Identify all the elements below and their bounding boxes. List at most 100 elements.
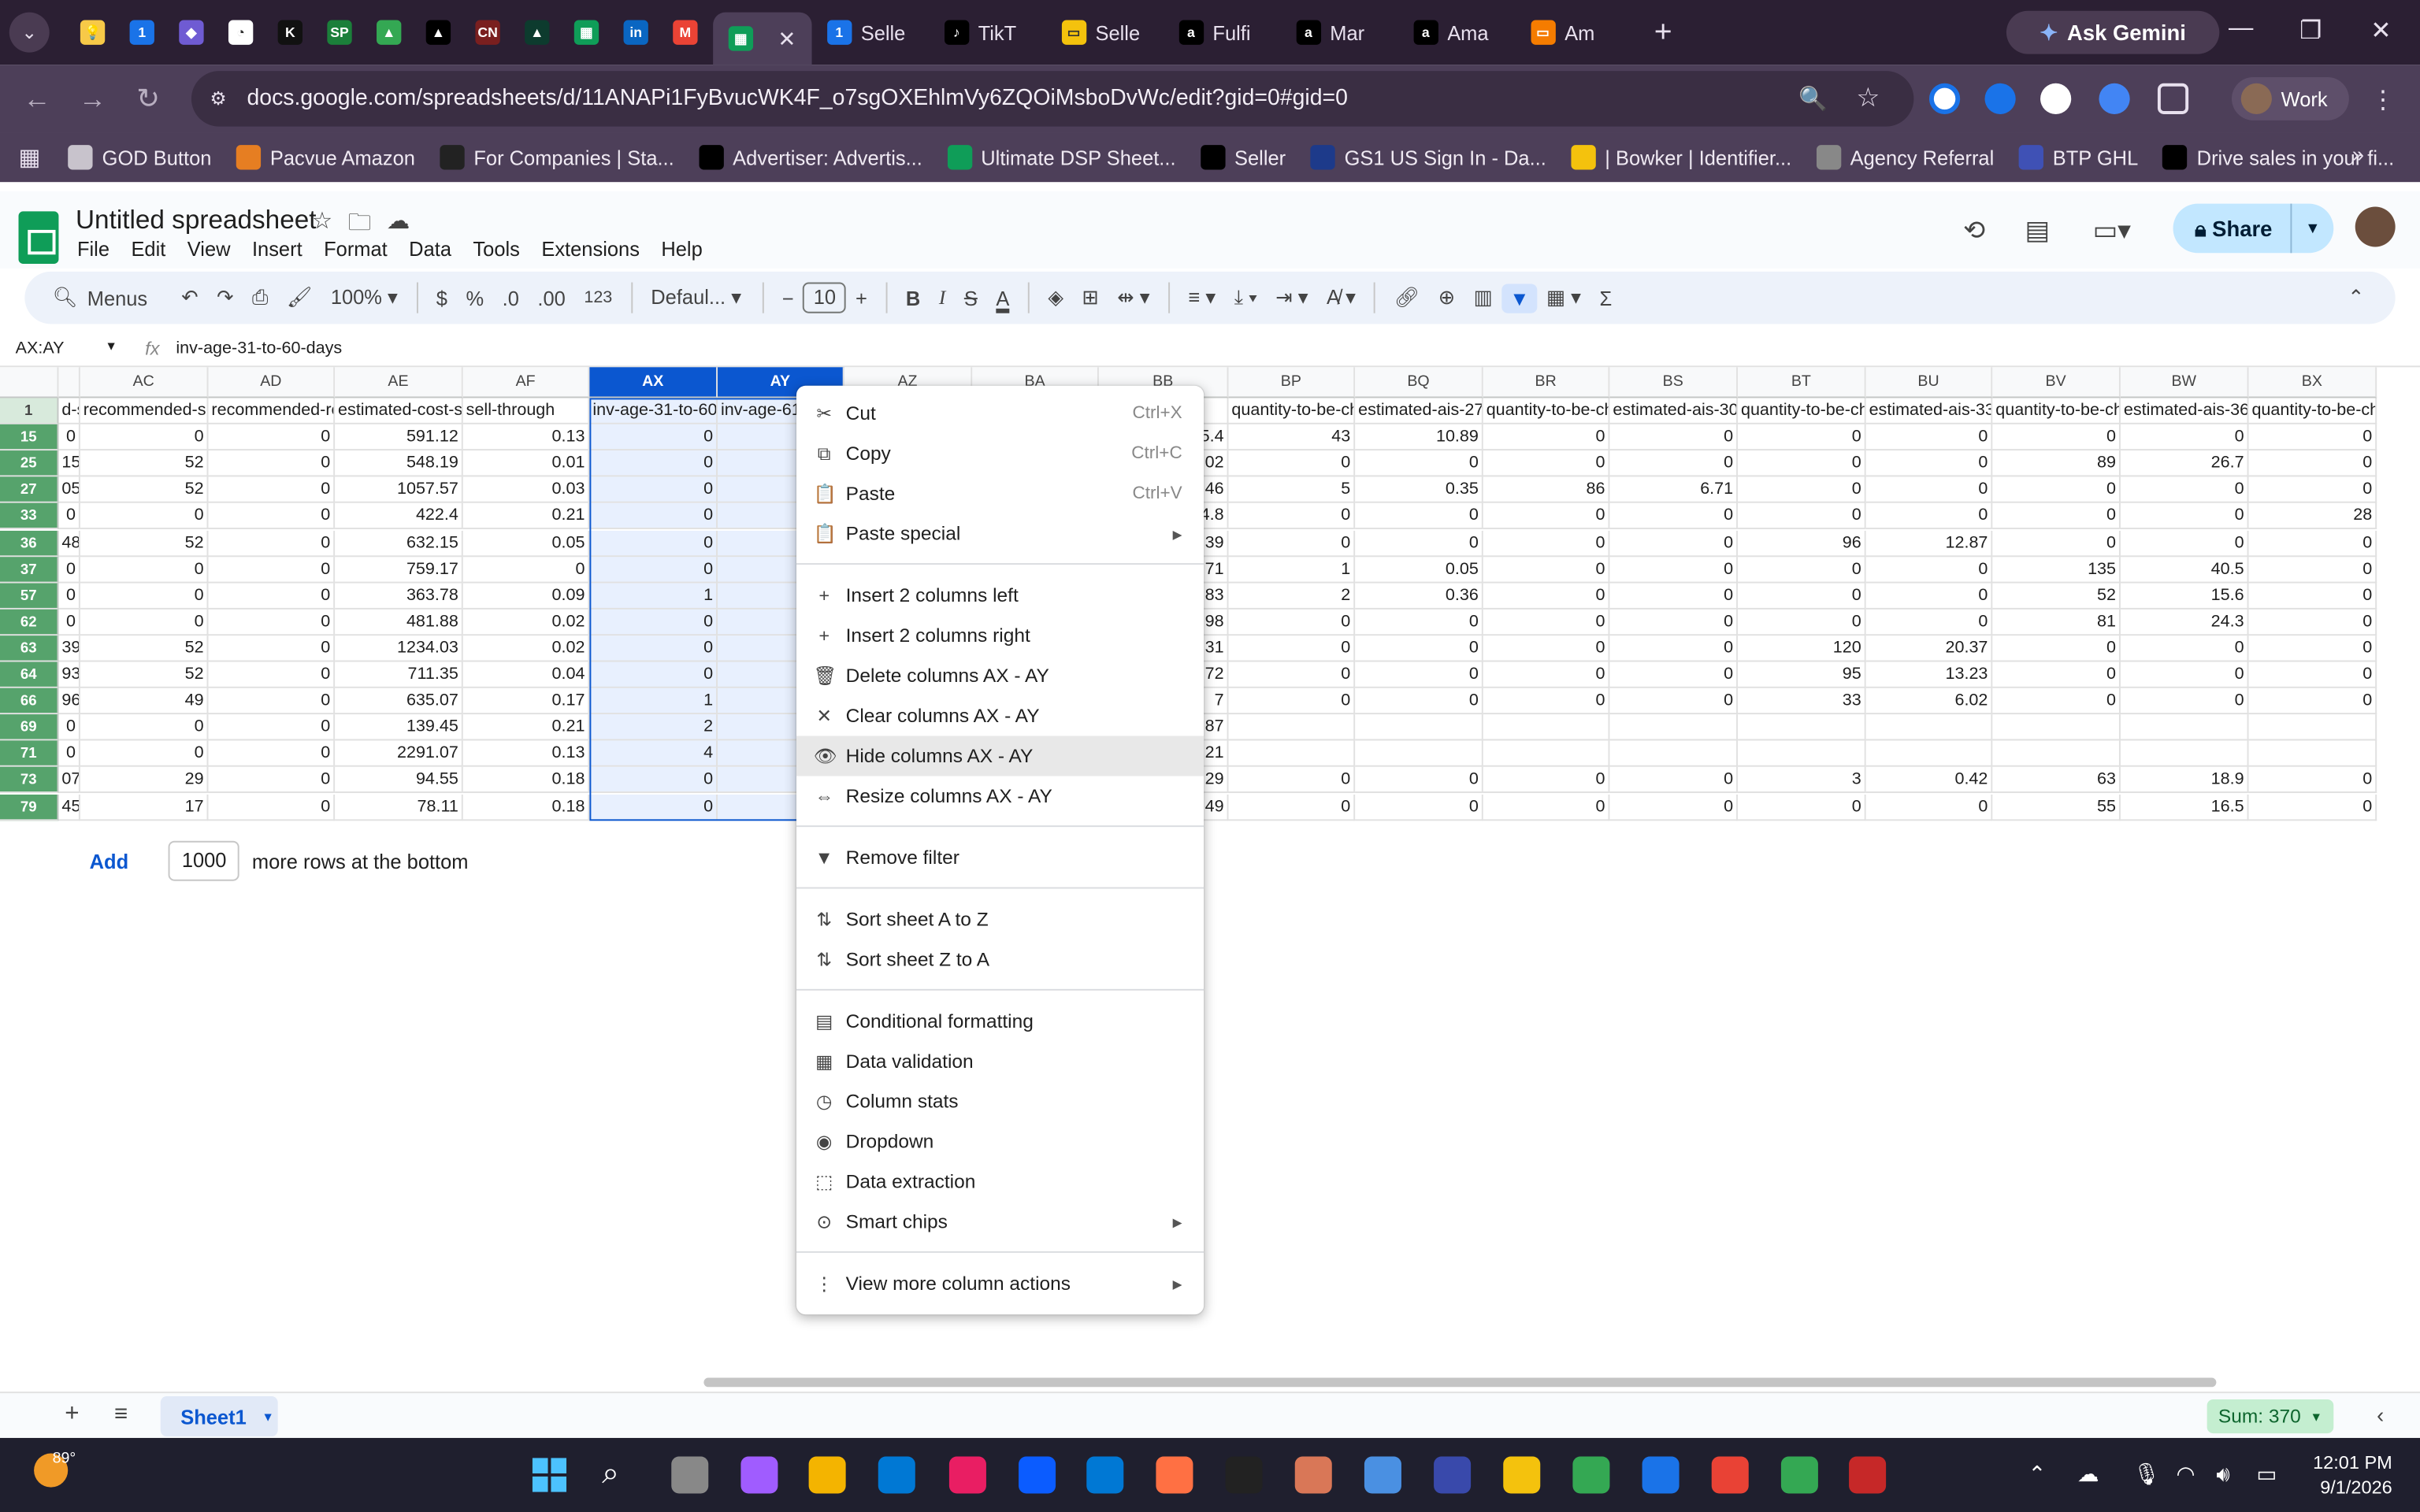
bookmark-item[interactable]: GS1 US Sign In - Da... xyxy=(1310,145,1546,170)
row-header[interactable]: 73 xyxy=(0,767,59,794)
sheet-tab-dropdown-icon[interactable]: ▼ xyxy=(262,1410,274,1424)
data-cell[interactable]: 52 xyxy=(80,476,209,504)
column-header[interactable]: AD xyxy=(208,367,336,398)
data-cell[interactable]: 52 xyxy=(80,662,209,688)
data-cell[interactable] xyxy=(1992,714,2121,741)
data-cell[interactable]: 0 xyxy=(208,609,336,636)
column-header[interactable]: BP xyxy=(1228,367,1356,398)
paint-format-icon[interactable]: 🖌︎ xyxy=(277,285,321,309)
text-wrapping-icon[interactable]: ⇥ ▾ xyxy=(1267,285,1318,309)
data-cell[interactable]: 0 xyxy=(1483,609,1610,636)
data-cell[interactable]: 0 xyxy=(2248,687,2377,715)
data-cell[interactable]: 0 xyxy=(1992,635,2121,662)
menu-item-insert-2-columns-left[interactable]: + Insert 2 columns left xyxy=(796,576,1204,616)
data-cell[interactable]: 48 xyxy=(58,529,80,557)
row-header[interactable]: 15 xyxy=(0,424,59,451)
data-cell[interactable]: 0 xyxy=(2248,476,2377,504)
data-cell[interactable] xyxy=(1609,714,1739,741)
browser-tab[interactable]: ▲ xyxy=(367,9,410,56)
menu-item-hide-columns-ax-ay[interactable]: 👁 Hide columns AX - AY xyxy=(796,736,1204,776)
data-cell[interactable]: 0 xyxy=(1483,503,1610,530)
data-cell[interactable]: 0 xyxy=(208,714,336,741)
data-cell[interactable]: 0.03 xyxy=(462,476,590,504)
row-header[interactable]: 33 xyxy=(0,503,59,530)
data-cell[interactable]: 52 xyxy=(80,529,209,557)
data-cell[interactable]: 43 xyxy=(1228,424,1356,451)
add-rows-count-input[interactable]: 1000 xyxy=(169,840,240,881)
data-cell[interactable]: 94.55 xyxy=(335,767,463,794)
data-cell[interactable]: 0 xyxy=(589,424,718,451)
data-cell[interactable]: 0 xyxy=(2248,662,2377,688)
horizontal-scrollbar[interactable] xyxy=(703,1377,2217,1388)
data-cell[interactable]: 13.23 xyxy=(1865,662,1993,688)
data-cell[interactable]: 0 xyxy=(1609,662,1739,688)
filter-icon[interactable]: ▼ xyxy=(1501,283,1538,313)
data-cell[interactable]: 120 xyxy=(1738,635,1866,662)
data-cell[interactable]: 93 xyxy=(58,662,80,688)
data-cell[interactable]: 0.05 xyxy=(462,529,590,557)
taskbar-app-icon[interactable] xyxy=(1019,1456,1056,1494)
data-cell[interactable]: 0 xyxy=(1738,503,1866,530)
bookmark-item[interactable]: Advertiser: Advertis... xyxy=(699,145,922,170)
onedrive-icon[interactable]: ☁ xyxy=(2077,1461,2099,1487)
data-cell[interactable]: 0 xyxy=(1355,662,1483,688)
data-cell[interactable]: 0 xyxy=(2248,424,2377,451)
row-header[interactable]: 27 xyxy=(0,476,59,504)
data-cell[interactable]: 2 xyxy=(1228,582,1356,610)
data-cell[interactable]: 0 xyxy=(208,794,336,821)
font-size-increase-icon[interactable]: + xyxy=(846,286,876,309)
italic-button[interactable]: I xyxy=(930,285,955,309)
header-cell[interactable]: quantity-to-be-ch xyxy=(1483,398,1610,424)
menu-help[interactable]: Help xyxy=(661,238,702,261)
header-cell[interactable]: estimated-ais-27 xyxy=(1355,398,1483,424)
data-cell[interactable]: 1 xyxy=(1228,556,1356,583)
data-cell[interactable]: 0.36 xyxy=(1355,582,1483,610)
browser-menu-icon[interactable]: ⋮ xyxy=(2370,85,2395,116)
header-cell[interactable]: quantity-to-be-ch xyxy=(2248,398,2377,424)
header-cell[interactable]: quantity-to-be-ch xyxy=(1738,398,1866,424)
column-header[interactable]: BR xyxy=(1483,367,1610,398)
data-cell[interactable]: 3 xyxy=(1738,767,1866,794)
data-cell[interactable] xyxy=(1228,740,1356,768)
data-cell[interactable]: 0 xyxy=(1738,450,1866,477)
data-cell[interactable] xyxy=(1865,714,1993,741)
data-cell[interactable]: 0 xyxy=(2120,503,2249,530)
taskbar-app-icon[interactable] xyxy=(1572,1456,1610,1494)
data-cell[interactable]: 17 xyxy=(80,794,209,821)
menu-item-data-validation[interactable]: ▦ Data validation xyxy=(796,1041,1204,1081)
menu-item-remove-filter[interactable]: ▼ Remove filter xyxy=(796,838,1204,878)
row-header[interactable]: 79 xyxy=(0,794,59,821)
data-cell[interactable]: 0 xyxy=(2120,662,2249,688)
fill-color-icon[interactable]: ◈ xyxy=(1039,285,1073,309)
data-cell[interactable]: 0 xyxy=(208,582,336,610)
sheets-logo-icon[interactable] xyxy=(18,211,59,265)
data-cell[interactable]: 52 xyxy=(1992,582,2121,610)
header-cell[interactable]: recommended-s xyxy=(80,398,209,424)
data-cell[interactable]: 0 xyxy=(1738,424,1866,451)
data-cell[interactable]: 0 xyxy=(1483,582,1610,610)
taskbar-app-icon[interactable] xyxy=(1503,1456,1541,1494)
data-cell[interactable]: 0 xyxy=(1483,529,1610,557)
extension-puzzle-blue-icon[interactable] xyxy=(2099,83,2130,114)
data-cell[interactable]: 0 xyxy=(1609,450,1739,477)
data-cell[interactable]: 0 xyxy=(1355,794,1483,821)
data-cell[interactable]: 711.35 xyxy=(335,662,463,688)
user-avatar[interactable] xyxy=(2355,206,2396,247)
data-cell[interactable]: 139.45 xyxy=(335,714,463,741)
borders-icon[interactable]: ⊞ xyxy=(1073,285,1108,309)
tray-chevron-icon[interactable]: ⌃ xyxy=(2028,1461,2046,1487)
data-cell[interactable]: 0 xyxy=(1992,476,2121,504)
data-cell[interactable]: 1057.57 xyxy=(335,476,463,504)
data-cell[interactable]: 1234.03 xyxy=(335,635,463,662)
data-cell[interactable]: 0 xyxy=(1483,767,1610,794)
header-cell[interactable]: estimated-ais-36 xyxy=(2120,398,2249,424)
taskbar-app-icon[interactable] xyxy=(1156,1456,1193,1494)
menu-edit[interactable]: Edit xyxy=(131,238,165,261)
data-cell[interactable]: 1 xyxy=(589,687,718,715)
data-cell[interactable]: 0 xyxy=(1738,556,1866,583)
zoom-select[interactable]: 100% ▾ xyxy=(321,285,407,309)
data-cell[interactable]: 0 xyxy=(1865,424,1993,451)
taskbar-app-icon[interactable] xyxy=(1364,1456,1401,1494)
data-cell[interactable]: 39 xyxy=(58,635,80,662)
site-info-icon[interactable]: ⚙ xyxy=(210,88,240,109)
